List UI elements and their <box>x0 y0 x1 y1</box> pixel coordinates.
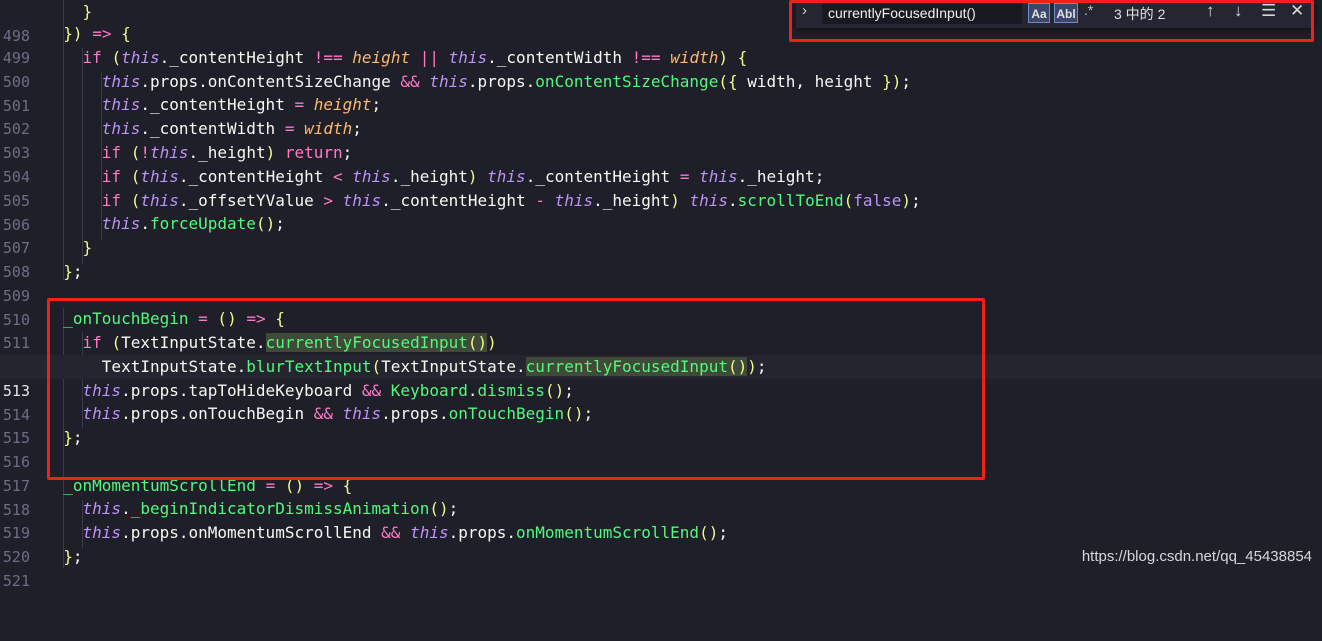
code-text: if (this._offsetYValue > this._contentHe… <box>101 191 921 210</box>
code-line[interactable]: 507 this.forceUpdate(); <box>0 212 1322 257</box>
code-text: if (this._contentHeight < this._height) … <box>101 167 825 186</box>
code-text: this.forceUpdate(); <box>101 214 285 233</box>
code-line[interactable]: 506 if (this._offsetYValue > this._conte… <box>0 189 1322 234</box>
code-text: } <box>82 2 93 21</box>
annotation-box-code <box>47 298 985 480</box>
line-number: 521 <box>2 572 30 590</box>
code-text: this._contentHeight = height; <box>101 95 382 114</box>
code-line[interactable]: 504 if (!this._height) return; <box>0 141 1322 186</box>
code-line[interactable]: 505 if (this._contentHeight < this._heig… <box>0 165 1322 210</box>
code-text: }; <box>63 262 83 281</box>
code-text: if (this._contentHeight !== height || th… <box>82 48 748 67</box>
code-text: this._beginIndicatorDismissAnimation(); <box>82 499 459 518</box>
code-line[interactable]: 520 this.props.onMomentumScrollEnd && th… <box>0 521 1322 566</box>
watermark: https://blog.csdn.net/qq_45438854 <box>1081 548 1312 565</box>
code-text: }; <box>63 547 83 566</box>
code-line[interactable]: 503 this._contentWidth = width; <box>0 117 1322 162</box>
code-text: this.props.onMomentumScrollEnd && this.p… <box>82 523 728 542</box>
annotation-box-find <box>789 0 1314 42</box>
code-text: this.props.onContentSizeChange && this.p… <box>101 72 912 91</box>
code-line[interactable]: 509 }; <box>0 260 1322 305</box>
code-line[interactable]: 500 if (this._contentHeight !== height |… <box>0 46 1322 91</box>
code-text: }) => { <box>63 24 131 43</box>
code-editor[interactable]: 498 } 499 }) => { 500 if (this._contentH… <box>0 0 1322 590</box>
code-text: } <box>82 238 93 257</box>
code-line[interactable]: 501 this.props.onContentSizeChange && th… <box>0 70 1322 115</box>
code-text: this._contentWidth = width; <box>101 119 362 138</box>
code-line[interactable]: 519 this._beginIndicatorDismissAnimation… <box>0 497 1322 542</box>
code-line[interactable]: 508 } <box>0 236 1322 281</box>
code-text: if (!this._height) return; <box>101 143 353 162</box>
code-line[interactable]: 502 this._contentHeight = height; <box>0 93 1322 138</box>
